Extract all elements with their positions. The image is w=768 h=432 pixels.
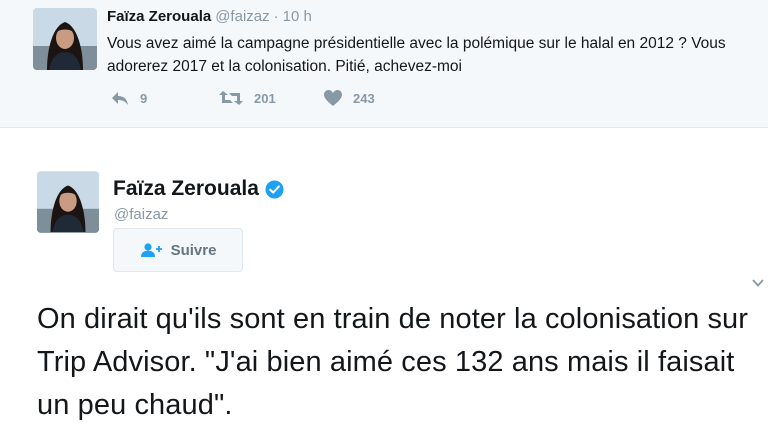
reply-button[interactable]: 9 (110, 90, 218, 106)
avatar[interactable] (33, 8, 97, 70)
tweet-text: On dirait qu'ils sont en train de noter … (37, 303, 749, 421)
timestamp[interactable]: 10 h (283, 8, 312, 25)
reply-count: 9 (140, 90, 148, 106)
author-name-row[interactable]: Faïza Zerouala (113, 177, 284, 201)
add-user-icon (140, 243, 162, 257)
author-handle[interactable]: @faizaz (215, 8, 269, 25)
avatar[interactable] (37, 171, 99, 233)
avatar-photo (37, 171, 99, 233)
tweet-text: Vous avez aimé la campagne présidentiell… (107, 35, 726, 75)
tweet-header: Faïza Zerouala @faizaz · 10 h (107, 8, 312, 25)
follow-label: Suivre (170, 241, 217, 259)
heart-icon (324, 90, 342, 106)
verified-badge-icon (265, 179, 284, 199)
author-name[interactable]: Faïza Zerouala (107, 8, 211, 25)
author-handle[interactable]: @faizaz (114, 206, 168, 223)
retweet-count: 201 (254, 90, 276, 106)
tweet-compact[interactable]: Faïza Zerouala @faizaz · 10 h Vous avez aim… (0, 0, 768, 128)
tweet-actions: 9 201 243 (110, 89, 375, 107)
separator: · (273, 8, 279, 25)
like-count: 243 (353, 90, 375, 106)
author-name[interactable]: Faïza Zerouala (113, 177, 259, 201)
avatar-photo (33, 8, 97, 70)
chevron-down-icon[interactable] (752, 278, 764, 288)
retweet-icon (219, 91, 243, 105)
like-button[interactable]: 243 (323, 89, 375, 107)
reply-icon (112, 92, 128, 105)
follow-button[interactable]: Suivre (113, 228, 243, 272)
retweet-button[interactable]: 201 (218, 90, 323, 106)
